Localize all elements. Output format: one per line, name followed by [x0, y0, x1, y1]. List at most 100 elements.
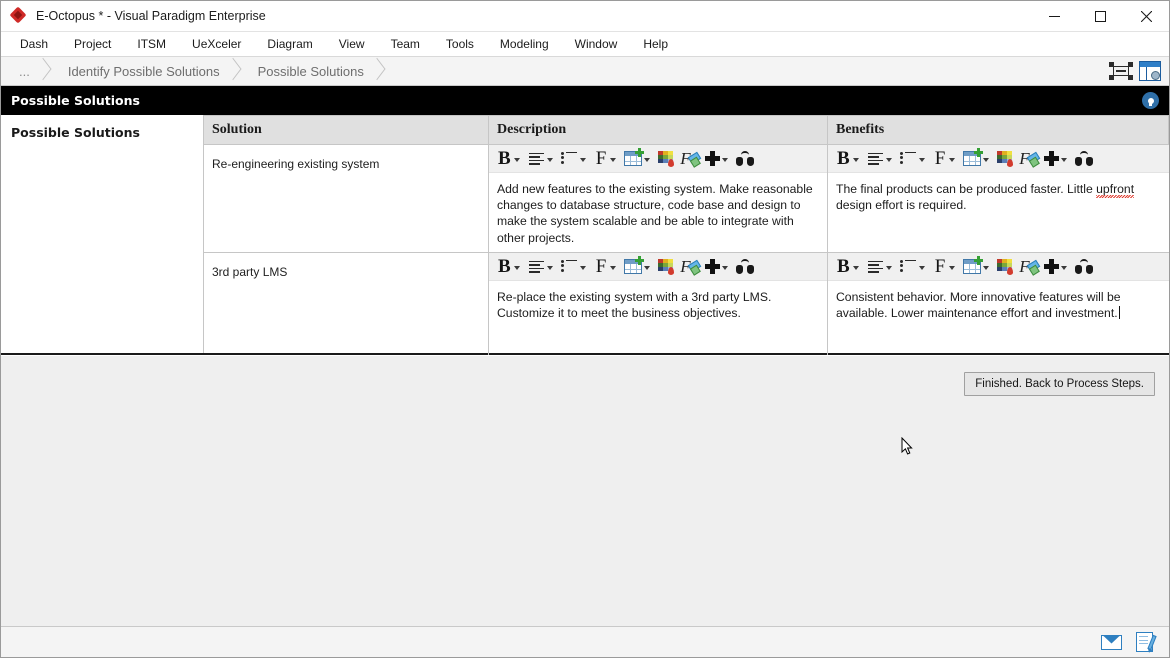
finish-back-to-process-steps-button[interactable]: Finished. Back to Process Steps. [964, 372, 1155, 396]
chevron-down-icon[interactable] [918, 158, 925, 162]
table-button[interactable] [961, 255, 994, 279]
insert-button[interactable] [1042, 147, 1072, 171]
list-button[interactable] [559, 255, 591, 279]
bold-button[interactable]: B [834, 147, 864, 171]
breadcrumb-item-possible-solutions[interactable]: Possible Solutions [248, 57, 392, 86]
format-eraser-button[interactable]: F [1017, 255, 1041, 279]
chevron-down-icon[interactable] [1061, 266, 1068, 270]
color-palette-icon [658, 259, 675, 275]
table-button[interactable] [622, 147, 655, 171]
cell-description[interactable]: B F F Add new features to the existing s… [489, 145, 828, 253]
chevron-down-icon[interactable] [644, 266, 651, 270]
cell-solution[interactable]: Re-engineering existing system [204, 145, 489, 253]
align-button[interactable] [865, 255, 897, 279]
menu-item-project[interactable]: Project [61, 34, 124, 54]
insert-button[interactable] [703, 147, 733, 171]
menu-item-diagram[interactable]: Diagram [254, 34, 325, 54]
chevron-down-icon[interactable] [579, 158, 586, 162]
list-button[interactable] [898, 147, 930, 171]
cell-benefits[interactable]: B F F The final products can be produced… [828, 145, 1169, 253]
panel-settings-icon[interactable] [1139, 61, 1161, 81]
menu-item-dash[interactable]: Dash [7, 34, 61, 54]
color-button[interactable] [995, 255, 1016, 279]
insert-table-icon [624, 148, 645, 166]
chevron-down-icon[interactable] [918, 266, 925, 270]
menu-item-itsm[interactable]: ITSM [124, 34, 179, 54]
binoculars-icon [1075, 259, 1094, 274]
description-text[interactable]: Add new features to the existing system.… [489, 173, 827, 246]
cell-benefits[interactable]: B F F Consistent behavior. More innovati… [828, 253, 1169, 361]
chevron-down-icon[interactable] [722, 158, 729, 162]
description-text[interactable]: Re-place the existing system with a 3rd … [489, 281, 827, 321]
menu-item-tools[interactable]: Tools [433, 34, 487, 54]
menu-item-help[interactable]: Help [630, 34, 681, 54]
color-button[interactable] [656, 147, 677, 171]
menu-item-team[interactable]: Team [378, 34, 433, 54]
find-button[interactable] [734, 147, 756, 171]
chevron-down-icon[interactable] [644, 158, 651, 162]
breadcrumb-item-identify-possible-solutions[interactable]: Identify Possible Solutions [58, 57, 248, 86]
table-button[interactable] [961, 147, 994, 171]
chevron-down-icon[interactable] [1061, 158, 1068, 162]
color-button[interactable] [995, 147, 1016, 171]
font-button[interactable]: F [592, 147, 622, 171]
insert-table-icon [963, 148, 984, 166]
chevron-down-icon[interactable] [546, 266, 553, 270]
application-window: E-Octopus * - Visual Paradigm Enterprise… [0, 0, 1170, 658]
chevron-down-icon[interactable] [949, 158, 956, 162]
chevron-down-icon[interactable] [852, 266, 859, 270]
menu-item-window[interactable]: Window [562, 34, 631, 54]
breadcrumb-item-ellipsis[interactable]: ... [5, 57, 58, 86]
font-button[interactable]: F [931, 255, 961, 279]
chevron-down-icon[interactable] [513, 266, 520, 270]
color-button[interactable] [656, 255, 677, 279]
benefits-text[interactable]: Consistent behavior. More innovative fea… [828, 281, 1169, 321]
plus-icon [1044, 259, 1060, 274]
find-button[interactable] [1073, 147, 1095, 171]
align-button[interactable] [865, 147, 897, 171]
table-row: 3rd party LMS B F F Re-place the existin… [204, 253, 1169, 361]
chevron-down-icon[interactable] [610, 266, 617, 270]
maximize-button[interactable] [1077, 1, 1123, 32]
mail-icon[interactable] [1101, 634, 1122, 650]
menu-item-view[interactable]: View [326, 34, 378, 54]
chevron-down-icon[interactable] [983, 158, 990, 162]
chevron-down-icon[interactable] [949, 266, 956, 270]
chevron-down-icon[interactable] [513, 158, 520, 162]
find-button[interactable] [1073, 255, 1095, 279]
chevron-down-icon[interactable] [722, 266, 729, 270]
font-button[interactable]: F [592, 255, 622, 279]
table-button[interactable] [622, 255, 655, 279]
find-button[interactable] [734, 255, 756, 279]
edit-document-icon[interactable] [1136, 632, 1157, 652]
bold-button[interactable]: B [495, 255, 525, 279]
fit-to-screen-icon[interactable] [1109, 61, 1133, 81]
lightbulb-tip-icon[interactable] [1142, 92, 1159, 109]
chevron-down-icon[interactable] [885, 158, 892, 162]
menu-item-uexceler[interactable]: UeXceler [179, 34, 254, 54]
bold-button[interactable]: B [495, 147, 525, 171]
insert-button[interactable] [703, 255, 733, 279]
format-eraser-button[interactable]: F [678, 255, 702, 279]
chevron-down-icon[interactable] [610, 158, 617, 162]
list-button[interactable] [559, 147, 591, 171]
chevron-down-icon[interactable] [852, 158, 859, 162]
chevron-down-icon[interactable] [983, 266, 990, 270]
insert-button[interactable] [1042, 255, 1072, 279]
font-button[interactable]: F [931, 147, 961, 171]
chevron-down-icon[interactable] [546, 158, 553, 162]
menu-item-modeling[interactable]: Modeling [487, 34, 562, 54]
format-eraser-button[interactable]: F [678, 147, 702, 171]
minimize-button[interactable] [1031, 1, 1077, 32]
close-button[interactable] [1123, 1, 1169, 32]
align-button[interactable] [526, 147, 558, 171]
benefits-text[interactable]: The final products can be produced faste… [828, 173, 1169, 213]
format-eraser-button[interactable]: F [1017, 147, 1041, 171]
bold-button[interactable]: B [834, 255, 864, 279]
chevron-down-icon[interactable] [885, 266, 892, 270]
cell-solution[interactable]: 3rd party LMS [204, 253, 489, 361]
chevron-down-icon[interactable] [579, 266, 586, 270]
cell-description[interactable]: B F F Re-place the existing system with … [489, 253, 828, 361]
align-button[interactable] [526, 255, 558, 279]
list-button[interactable] [898, 255, 930, 279]
